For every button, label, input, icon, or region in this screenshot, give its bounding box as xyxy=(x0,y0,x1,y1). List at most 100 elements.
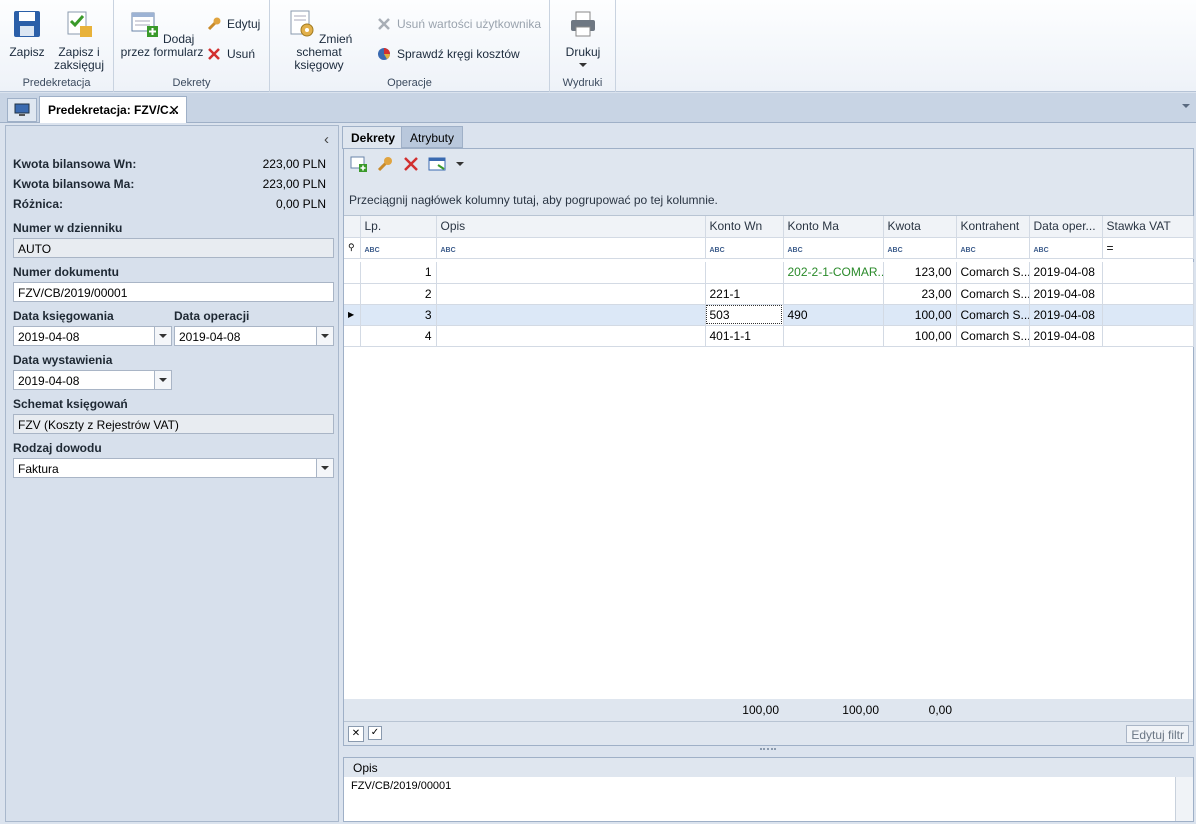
cell-data[interactable]: 2019-04-08 xyxy=(1029,325,1103,347)
cell-opis[interactable] xyxy=(436,283,706,305)
check-cost-circles-button[interactable]: Sprawdź kręgi kosztów xyxy=(376,44,520,64)
collapse-panel-icon[interactable]: ‹ xyxy=(324,131,329,148)
operation-date-dropdown-icon[interactable] xyxy=(316,327,333,345)
cell-konto-ma[interactable]: 202-2-1-COMAR... xyxy=(783,262,884,284)
change-schema-button[interactable]: Zmień schemat księgowy xyxy=(276,9,362,72)
cell-kwota[interactable]: 100,00 xyxy=(883,304,957,326)
cell-vat[interactable] xyxy=(1102,283,1194,305)
grid-view-icon[interactable] xyxy=(428,155,448,173)
posting-schema-field: FZV (Koszty z Rejestrów VAT) xyxy=(13,414,334,434)
edit-button[interactable]: Edytuj xyxy=(206,14,260,34)
filter-konto-wn[interactable]: ABC xyxy=(705,237,784,259)
document-type-select[interactable]: Faktura xyxy=(13,458,334,478)
edit-entry-wrench-icon[interactable] xyxy=(376,155,394,173)
column-header-kontrahent[interactable]: Kontrahent xyxy=(956,216,1030,238)
remove-user-values-button[interactable]: Usuń wartości użytkownika xyxy=(376,14,541,34)
table-row[interactable]: 2 221-1 23,00 Comarch S... 2019-04-08 xyxy=(344,283,1194,305)
add-by-form-button[interactable]: Dodaj przez formularz xyxy=(120,9,204,59)
print-dropdown-icon[interactable] xyxy=(579,63,587,67)
description-scrollbar[interactable] xyxy=(1175,777,1193,821)
tabs-dropdown-icon[interactable] xyxy=(1182,104,1190,108)
filter-abc-icon: ABC xyxy=(709,246,725,254)
cell-konto-wn[interactable]: 401-1-1 xyxy=(705,325,784,347)
cell-kontrahent[interactable]: Comarch S... xyxy=(956,283,1030,305)
cell-kontrahent[interactable]: Comarch S... xyxy=(956,262,1030,284)
cell-lp[interactable]: 4 xyxy=(360,325,437,347)
pie-chart-icon xyxy=(378,48,390,60)
cell-vat[interactable] xyxy=(1102,262,1194,284)
cell-kontrahent[interactable]: Comarch S... xyxy=(956,304,1030,326)
document-type-dropdown-icon[interactable] xyxy=(316,459,333,477)
clear-filter-icon[interactable]: ✕ xyxy=(348,726,364,742)
filter-lp[interactable]: ABC xyxy=(360,237,437,259)
filter-kontrahent[interactable]: ABC xyxy=(956,237,1030,259)
cell-konto-ma[interactable]: 490 xyxy=(783,304,884,326)
cell-opis[interactable] xyxy=(436,262,706,284)
cell-data[interactable]: 2019-04-08 xyxy=(1029,304,1103,326)
description-field[interactable]: FZV/CB/2019/00001 xyxy=(344,777,1193,795)
document-number-field[interactable]: FZV/CB/2019/00001 xyxy=(13,282,334,302)
issue-date-dropdown-icon[interactable] xyxy=(154,371,171,389)
tab-atrybuty[interactable]: Atrybuty xyxy=(401,126,463,148)
edit-label: Edytuj xyxy=(227,17,261,31)
add-entry-icon[interactable] xyxy=(350,155,368,173)
cell-konto-wn[interactable]: 503 xyxy=(705,304,784,326)
delete-button[interactable]: Usuń xyxy=(206,44,255,64)
print-button[interactable]: Drukuj xyxy=(556,9,610,67)
table-row[interactable]: 1 202-2-1-COMAR... 123,00 Comarch S... 2… xyxy=(344,262,1194,284)
cell-vat[interactable] xyxy=(1102,304,1194,326)
home-tab[interactable] xyxy=(7,98,37,122)
cell-lp[interactable]: 2 xyxy=(360,283,437,305)
column-header-kwota[interactable]: Kwota xyxy=(883,216,957,238)
save-button[interactable]: Zapisz xyxy=(6,9,48,59)
total-kwota: 0,00 xyxy=(928,703,952,717)
cell-konto-wn[interactable] xyxy=(705,262,784,284)
filter-stawka-vat[interactable]: = xyxy=(1102,237,1194,259)
splitter-handle[interactable] xyxy=(760,748,776,754)
cell-konto-ma[interactable] xyxy=(783,325,884,347)
cell-kwota[interactable]: 23,00 xyxy=(883,283,957,305)
column-header-konto-ma[interactable]: Konto Ma xyxy=(783,216,884,238)
group-by-area[interactable]: Przeciągnij nagłówek kolumny tutaj, aby … xyxy=(344,185,1193,215)
filter-pin-icon[interactable]: ⚲ xyxy=(344,237,361,259)
posting-date-dropdown-icon[interactable] xyxy=(154,327,171,345)
group-label-operacje: Operacje xyxy=(387,77,432,89)
cell-konto-ma[interactable] xyxy=(783,283,884,305)
cell-data[interactable]: 2019-04-08 xyxy=(1029,283,1103,305)
column-header-data-operacji[interactable]: Data oper... xyxy=(1029,216,1103,238)
cell-lp[interactable]: 1 xyxy=(360,262,437,284)
column-header-lp[interactable]: Lp. xyxy=(360,216,437,238)
filter-opis[interactable]: ABC xyxy=(436,237,706,259)
issue-date-field[interactable]: 2019-04-08 xyxy=(13,370,172,390)
table-row-selected[interactable]: ▶ 3 503 490 100,00 Comarch S... 2019-04-… xyxy=(344,304,1194,326)
column-header-stawka-vat[interactable]: Stawka VAT xyxy=(1102,216,1194,238)
kwota-ma-label: Kwota bilansowa Ma: xyxy=(13,177,135,191)
table-row[interactable]: 4 401-1-1 100,00 Comarch S... 2019-04-08 xyxy=(344,325,1194,347)
cell-vat[interactable] xyxy=(1102,325,1194,347)
column-header-konto-wn[interactable]: Konto Wn xyxy=(705,216,784,238)
filter-data-operacji[interactable]: ABC xyxy=(1029,237,1103,259)
tab-predekretacja[interactable]: Predekretacja: FZV/C... ✕ xyxy=(39,96,187,123)
cell-opis[interactable] xyxy=(436,304,706,326)
delete-entry-icon[interactable] xyxy=(402,155,420,173)
cell-data[interactable]: 2019-04-08 xyxy=(1029,262,1103,284)
save-and-post-button[interactable]: Zapisz i zaksięguj xyxy=(52,9,106,72)
filter-kwota[interactable]: ABC xyxy=(883,237,957,259)
operation-date-field[interactable]: 2019-04-08 xyxy=(174,326,334,346)
filter-enabled-checkbox[interactable]: ✓ xyxy=(368,726,382,740)
cell-kwota[interactable]: 100,00 xyxy=(883,325,957,347)
edit-filter-button[interactable]: Edytuj filtr xyxy=(1126,725,1189,743)
column-header-opis[interactable]: Opis xyxy=(436,216,706,238)
roznica-label: Różnica: xyxy=(13,197,64,211)
grid-view-dropdown-icon[interactable] xyxy=(456,162,464,166)
cell-opis[interactable] xyxy=(436,325,706,347)
posting-date-field[interactable]: 2019-04-08 xyxy=(13,326,172,346)
cell-kwota[interactable]: 123,00 xyxy=(883,262,957,284)
cell-kontrahent[interactable]: Comarch S... xyxy=(956,325,1030,347)
filter-konto-ma[interactable]: ABC xyxy=(783,237,884,259)
cell-konto-wn[interactable]: 221-1 xyxy=(705,283,784,305)
close-tab-icon[interactable]: ✕ xyxy=(168,102,180,119)
cell-lp[interactable]: 3 xyxy=(360,304,437,326)
filter-abc-icon: ABC xyxy=(1033,246,1049,254)
tab-dekrety[interactable]: Dekrety xyxy=(342,126,402,149)
